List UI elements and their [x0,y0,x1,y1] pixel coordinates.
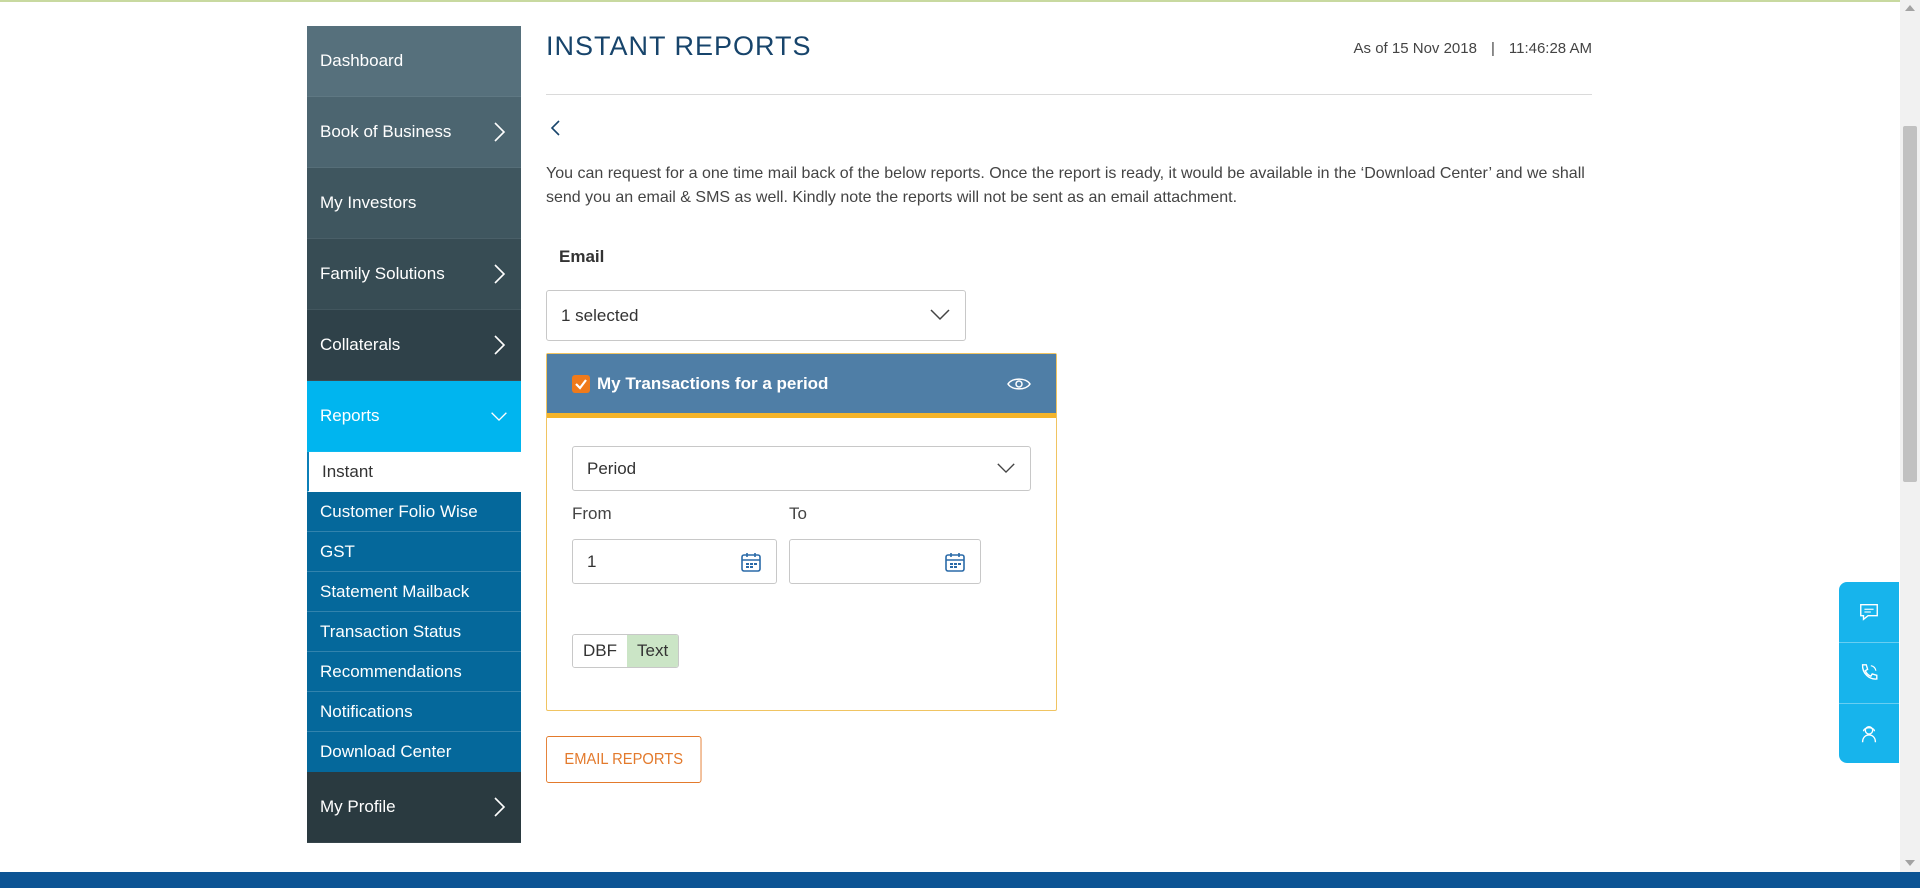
chevron-right-icon [490,797,508,817]
format-toggle: DBF Text [572,634,680,668]
to-date-field[interactable] [789,539,981,584]
sidebar-item-label: Collaterals [320,335,401,354]
calendar-icon[interactable] [944,551,966,573]
report-card-my-transactions: My Transactions for a period Period From… [546,353,1057,711]
sidebar-subitem-statement-mailback[interactable]: Statement Mailback [307,572,521,612]
contact-widget [1839,582,1899,763]
sidebar-subitem-label: Download Center [320,742,452,761]
back-arrow-icon[interactable] [546,118,566,138]
email-reports-button[interactable]: EMAIL REPORTS [546,736,702,783]
eye-icon[interactable] [1007,376,1031,392]
sidebar-item-collaterals[interactable]: Collaterals [307,310,521,381]
sidebar-item-label: My Investors [320,193,417,212]
sidebar-item-label: Dashboard [320,51,404,70]
main-content: INSTANT REPORTS As of 15 Nov 2018 | 11:46:… [546,26,1592,783]
sidebar-subitem-label: Transaction Status [320,621,462,641]
scroll-up-arrow-icon[interactable] [1904,3,1916,13]
separator: | [1490,40,1495,57]
as-of-timestamp: As of 15 Nov 2018 | 11:46:28 AM [1354,40,1592,57]
sidebar-subitem-notifications[interactable]: Notifications [307,692,521,732]
chevron-right-icon [490,335,508,355]
sidebar-subitem-recommendations[interactable]: Recommendations [307,652,521,692]
sidebar-item-reports[interactable]: Reports [307,381,521,452]
from-date-field[interactable]: 1 [572,539,777,584]
sidebar-item-label: Book of Business [320,122,452,141]
chevron-down-icon [996,459,1016,479]
instructions-text: You can request for a one time mail back… [546,165,1585,206]
check-icon [575,378,587,390]
sidebar-item-my-investors[interactable]: My Investors [307,168,521,239]
email-select[interactable]: 1 selected [546,290,966,341]
report-title: My Transactions for a period [597,373,829,393]
chat-icon[interactable] [1839,582,1899,643]
chevron-down-icon [929,306,951,326]
sidebar-subitem-customer-folio-wise[interactable]: Customer Folio Wise [307,492,521,532]
sidebar-subitem-label: Instant [322,461,374,481]
sidebar-subitem-transaction-status[interactable]: Transaction Status [307,612,521,652]
scrollbar-thumb[interactable] [1903,126,1917,482]
sidebar-item-label: My Profile [320,797,396,816]
scroll-down-arrow-icon[interactable] [1904,858,1916,868]
email-select-value: 1 selected [561,305,639,325]
sidebar-subitem-download-center[interactable]: Download Center [307,732,521,772]
sidebar-subitem-instant[interactable]: Instant [307,452,521,492]
period-select[interactable]: Period [572,446,1031,491]
as-of-time: 11:46:28 AM [1508,40,1592,57]
chevron-right-icon [490,264,508,284]
from-label: From [572,504,612,523]
report-card-header: My Transactions for a period [547,354,1056,418]
chevron-right-icon [490,122,508,142]
sidebar-item-family-solutions[interactable]: Family Solutions [307,239,521,310]
phone-icon[interactable] [1839,643,1899,704]
sidebar: Dashboard Book of Business My Investors … [307,26,521,843]
header-divider [546,94,1592,95]
sidebar-subitem-gst[interactable]: GST [307,532,521,572]
sidebar-item-label: Family Solutions [320,264,445,283]
sidebar-subitem-label: Notifications [320,701,413,721]
footer-bar [0,872,1920,888]
format-option-text[interactable]: Text [627,635,679,667]
sidebar-item-book-of-business[interactable]: Book of Business [307,97,521,168]
chevron-down-icon [490,407,508,425]
report-checkbox[interactable] [572,374,590,393]
calendar-icon[interactable] [740,551,762,573]
sidebar-subitem-label: Recommendations [320,661,462,681]
vertical-scrollbar[interactable] [1900,0,1920,872]
sidebar-subitem-label: Statement Mailback [320,581,470,601]
sidebar-subitem-label: GST [320,541,355,561]
sidebar-item-label: Reports [320,406,380,425]
as-of-date: As of 15 Nov 2018 [1353,40,1477,57]
sidebar-item-dashboard[interactable]: Dashboard [307,26,521,97]
support-icon[interactable] [1839,704,1899,764]
to-label: To [789,504,807,523]
sidebar-subitem-label: Customer Folio Wise [320,501,478,521]
period-select-value: Period [587,458,637,478]
format-option-dbf[interactable]: DBF [573,635,627,667]
email-label: Email [559,247,605,266]
sidebar-item-my-profile[interactable]: My Profile [307,772,521,843]
top-accent-line [0,0,1920,2]
from-date-value: 1 [587,551,597,571]
